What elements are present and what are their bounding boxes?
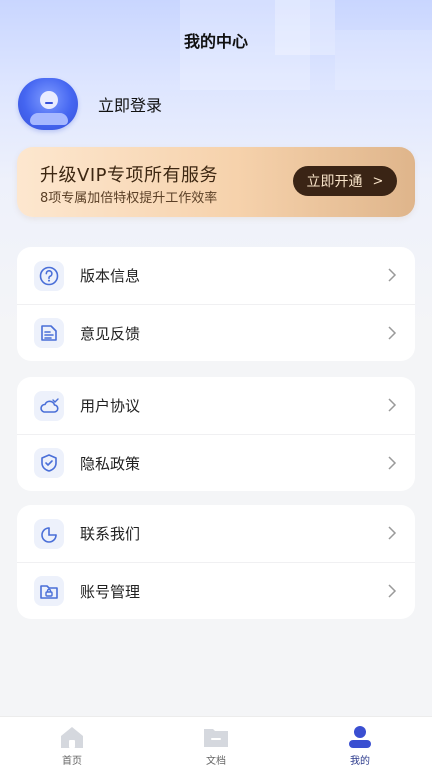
tab-documents[interactable]: 文档: [144, 717, 288, 768]
cloud-icon: [34, 390, 64, 421]
page-title: 我的中心: [183, 32, 248, 51]
vip-subtitle: 8项专属加倍特权提升工作效率: [40, 191, 218, 206]
menu-item-label: 意见反馈: [80, 324, 141, 343]
vip-open-button[interactable]: 立即开通 >: [293, 166, 397, 196]
tab-mine[interactable]: 我的: [288, 717, 432, 768]
menu-item-version[interactable]: 版本信息: [17, 247, 415, 304]
profile-section[interactable]: 立即登录: [18, 78, 162, 130]
bottom-tab-bar: 首页 文档 我的: [0, 716, 432, 768]
chevron-right-icon: [388, 398, 397, 412]
chevron-right-icon: [388, 326, 397, 340]
shield-icon: [34, 448, 64, 478]
folder-lock-icon: [34, 576, 64, 606]
menu-item-label: 联系我们: [80, 525, 141, 543]
chevron-right-icon: [388, 584, 397, 598]
menu-item-contact-us[interactable]: 联系我们: [17, 505, 415, 562]
chevron-right-icon: [388, 456, 397, 470]
menu-item-label: 账号管理: [80, 582, 141, 601]
feedback-icon: [34, 318, 64, 348]
menu-item-privacy-policy[interactable]: 隐私政策: [17, 434, 415, 491]
vip-banner[interactable]: 升级VIP专项所有服务 8项专属加倍特权提升工作效率 立即开通 >: [17, 147, 415, 217]
avatar-body-icon: [30, 113, 68, 125]
avatar-face-icon: [40, 91, 58, 109]
menu-item-user-agreement[interactable]: 用户协议: [17, 377, 415, 434]
menu-item-feedback[interactable]: 意见反馈: [17, 304, 415, 361]
chevron-right-icon: [388, 268, 397, 282]
login-link[interactable]: 立即登录: [98, 92, 162, 116]
avatar[interactable]: [18, 78, 78, 130]
menu-item-label: 版本信息: [80, 267, 141, 285]
chevron-right-icon: [388, 526, 397, 540]
home-icon: [61, 727, 83, 748]
tab-label: 文档: [206, 756, 226, 767]
menu-card-info: 版本信息 意见反馈: [17, 247, 415, 361]
tab-label: 首页: [62, 756, 82, 767]
menu-item-label: 用户协议: [80, 397, 141, 415]
tab-label: 我的: [350, 756, 370, 767]
menu-item-label: 隐私政策: [80, 454, 141, 473]
menu-card-legal: 用户协议 隐私政策: [17, 377, 415, 491]
question-icon: [34, 260, 64, 291]
vip-open-button-label: 立即开通: [306, 174, 363, 190]
menu-item-account-management[interactable]: 账号管理: [17, 562, 415, 619]
tab-home[interactable]: 首页: [0, 717, 144, 768]
user-icon: [349, 726, 371, 748]
document-icon: [204, 729, 228, 747]
vip-title: 升级VIP专项所有服务: [40, 165, 218, 186]
menu-card-account: 联系我们 账号管理: [17, 505, 415, 619]
chevron-right-icon: >: [372, 173, 384, 189]
pie-chart-icon: [34, 518, 64, 549]
